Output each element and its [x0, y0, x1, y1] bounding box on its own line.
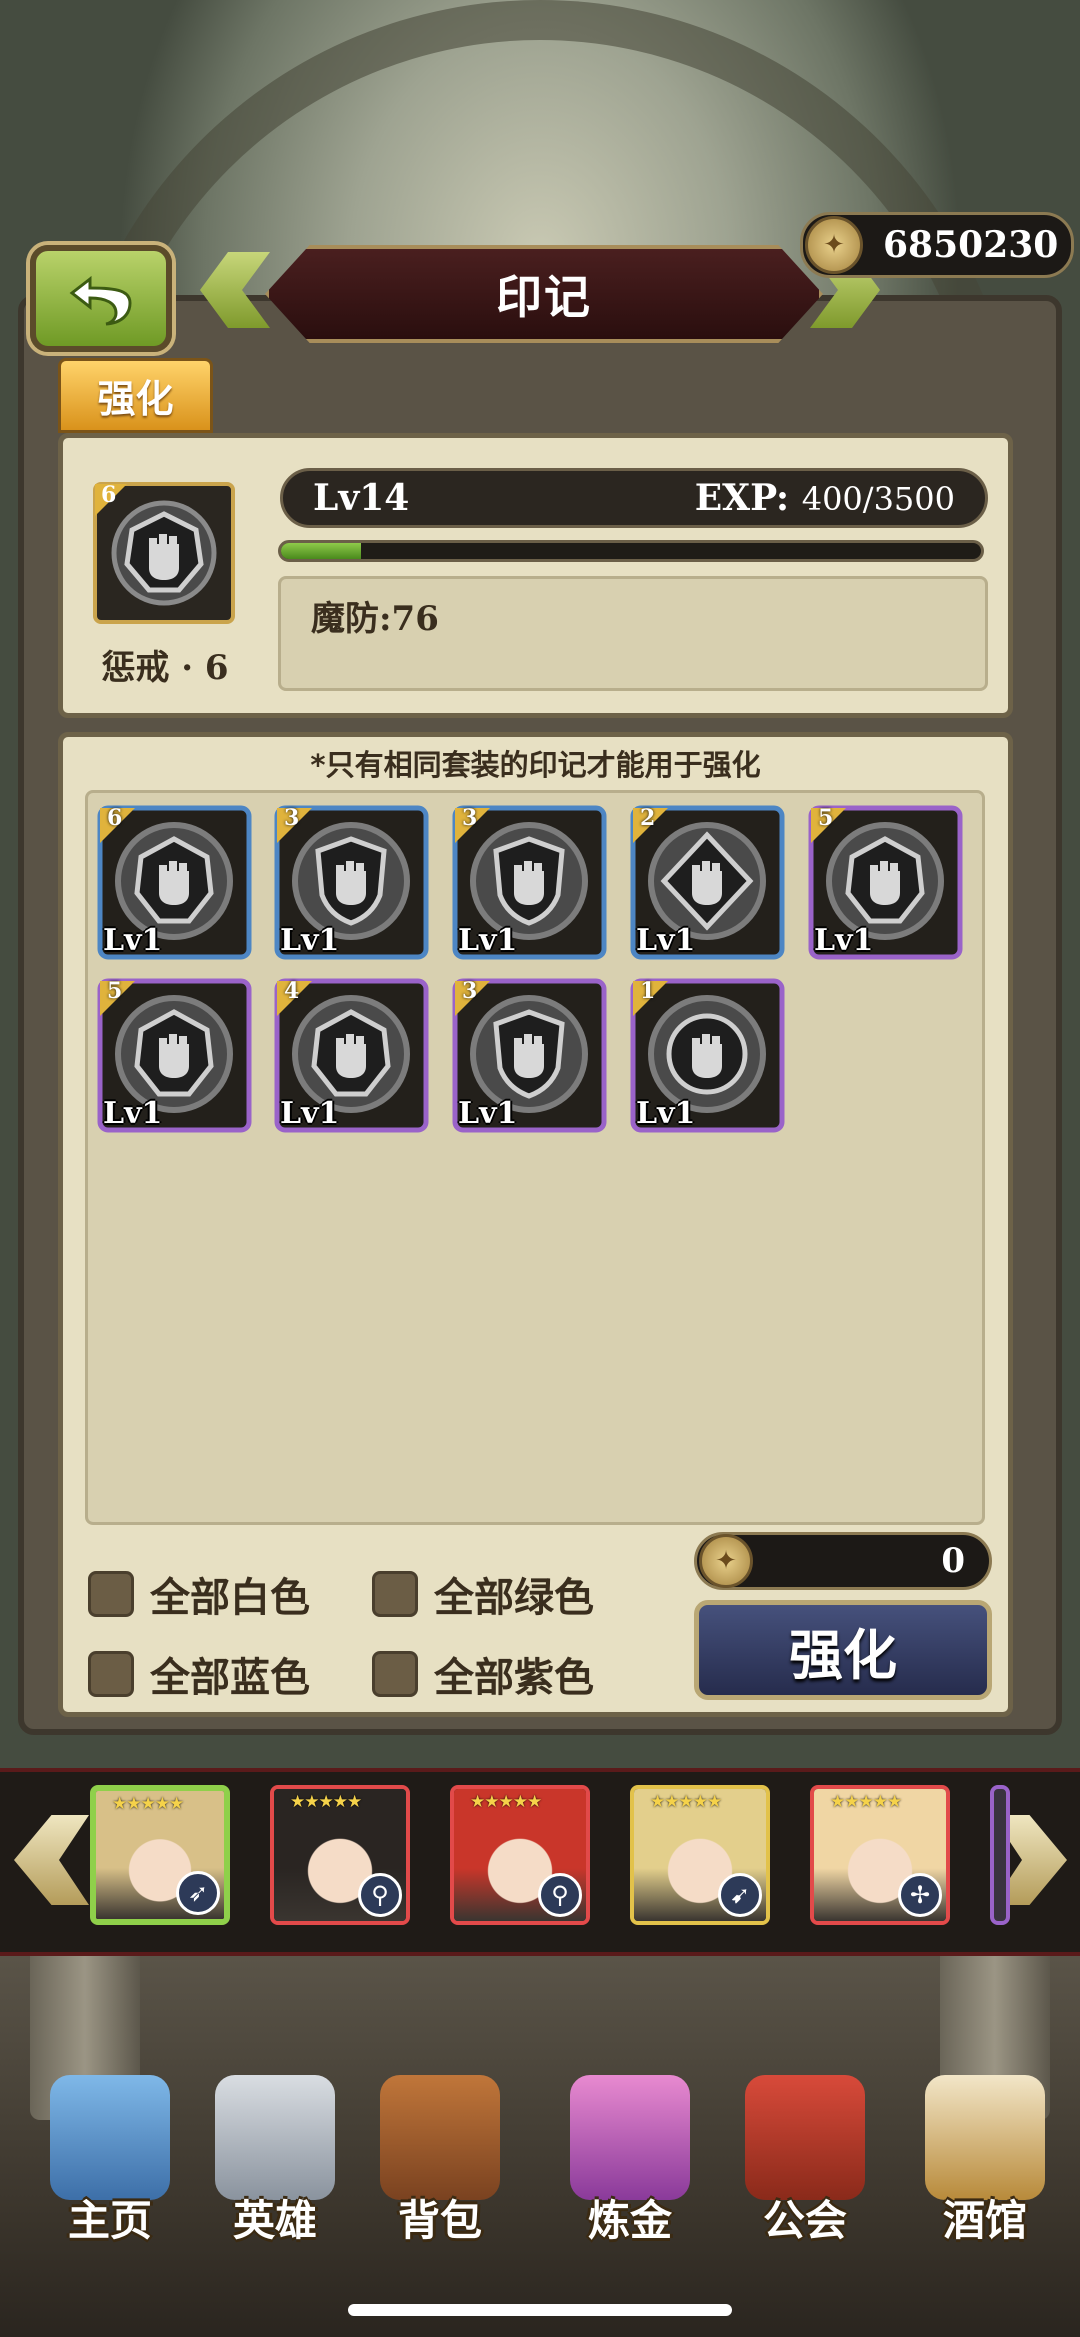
checkbox[interactable] — [372, 1571, 418, 1617]
filter-all-white[interactable]: 全部白色 — [88, 1565, 310, 1623]
filter-label: 全部紫色 — [434, 1655, 594, 1701]
hero-stars: ★★★★★ — [650, 1792, 722, 1812]
tab-enhance[interactable]: 强化 — [58, 358, 213, 433]
mark-count: 1 — [640, 978, 656, 1004]
mark-item[interactable]: 6 Lv1 — [97, 805, 252, 960]
hero-portrait[interactable]: ★★★★★ ➹ — [630, 1785, 770, 1925]
enhance-button[interactable]: 强化 — [694, 1600, 992, 1700]
mark-level: Lv1 — [636, 923, 696, 958]
crossbow-icon: ✢ — [898, 1873, 942, 1917]
mark-item[interactable]: 3 Lv1 — [452, 978, 607, 1133]
nav-bag[interactable]: 背包 — [360, 2075, 520, 2255]
back-button[interactable] — [30, 245, 172, 352]
mark-count: 5 — [818, 805, 834, 831]
title-bar: 印记 — [265, 245, 823, 343]
gold-coin-icon: ✦ — [805, 216, 863, 274]
page-title: 印记 — [496, 270, 592, 324]
gold-counter: ✦ 6850230 — [800, 212, 1074, 278]
exp-progress-bar — [278, 540, 984, 562]
arrow-icon: ➶ — [176, 1871, 220, 1915]
mark-item[interactable]: 4 Lv1 — [274, 978, 429, 1133]
shield-icon — [745, 2075, 865, 2200]
gold-amount: 6850230 — [883, 224, 1059, 266]
mark-level: Lv1 — [103, 1096, 163, 1131]
selected-mark-name: 惩戒 · 6 — [101, 648, 229, 688]
checkbox[interactable] — [372, 1651, 418, 1697]
nav-label: 英雄 — [232, 2196, 317, 2245]
mark-count: 3 — [284, 805, 300, 831]
mark-level: Lv1 — [636, 1096, 696, 1131]
filter-all-blue[interactable]: 全部蓝色 — [88, 1645, 310, 1703]
mark-item[interactable]: 2 Lv1 — [630, 805, 785, 960]
filter-label: 全部绿色 — [434, 1575, 594, 1621]
hero-portrait[interactable]: ★★★★★ ⚲ — [270, 1785, 410, 1925]
enhance-cost: ✦ 0 — [694, 1532, 992, 1590]
mark-item[interactable]: 5 Lv1 — [97, 978, 252, 1133]
level-exp-bar: Lv14 EXP: 400/3500 — [280, 468, 988, 528]
mark-count: 3 — [462, 805, 478, 831]
hero-portrait[interactable]: ★★★★★ ✢ — [810, 1785, 950, 1925]
filter-all-green[interactable]: 全部绿色 — [372, 1565, 594, 1623]
hero-portrait[interactable]: ★★★★★ ➶ — [90, 1785, 230, 1925]
hero-portrait[interactable]: ★★★★★ ⚲ — [450, 1785, 590, 1925]
hero-stars: ★★★★★ — [830, 1792, 902, 1812]
home-indicator — [348, 2304, 732, 2316]
mark-count: 3 — [462, 978, 478, 1004]
mark-level: Lv1 — [280, 923, 340, 958]
mark-count: 6 — [107, 805, 123, 831]
mark-item[interactable]: 3 Lv1 — [452, 805, 607, 960]
flask-icon — [570, 2075, 690, 2200]
back-arrow-icon — [69, 275, 132, 325]
bag-icon — [380, 2075, 500, 2200]
nav-label: 公会 — [762, 2196, 847, 2245]
filter-label: 全部白色 — [150, 1575, 310, 1621]
mark-level: Lv1 — [458, 1096, 518, 1131]
mark-count: 5 — [107, 978, 123, 1004]
mark-item[interactable]: 1 Lv1 — [630, 978, 785, 1133]
helmet-icon — [215, 2075, 335, 2200]
exp-progress-fill — [281, 543, 361, 559]
hero-stars: ★★★★★ — [290, 1792, 362, 1812]
nav-label: 背包 — [397, 2196, 482, 2245]
nav-label: 酒馆 — [942, 2196, 1027, 2245]
mark-level: Lv1 — [814, 923, 874, 958]
checkbox[interactable] — [88, 1651, 134, 1697]
mark-level: Lv1 — [280, 1096, 340, 1131]
nav-beer[interactable]: 酒馆 — [905, 2075, 1065, 2255]
mark-item[interactable]: 3 Lv1 — [274, 805, 429, 960]
staff-icon: ⚲ — [358, 1873, 402, 1917]
nav-shield[interactable]: 公会 — [725, 2075, 885, 2255]
mark-item[interactable]: 5 Lv1 — [808, 805, 963, 960]
hero-stars: ★★★★★ — [112, 1794, 184, 1814]
staff-icon: ⚲ — [538, 1873, 582, 1917]
exp-value: 400/3500 — [801, 480, 955, 518]
nav-flask[interactable]: 炼金 — [550, 2075, 710, 2255]
cost-value: 0 — [941, 1541, 965, 1581]
gold-coin-icon: ✦ — [699, 1534, 753, 1588]
notice-text: *只有相同套装的印记才能用于强化 — [310, 748, 761, 782]
castle-icon — [50, 2075, 170, 2200]
mark-count: 2 — [640, 805, 656, 831]
level-label: Lv14 — [313, 477, 410, 519]
exp-label: EXP: — [694, 477, 790, 519]
stat-box: 魔防:76 — [278, 576, 988, 691]
selected-mark-count: 6 — [101, 482, 117, 508]
hero-stars: ★★★★★ — [470, 1792, 542, 1812]
nav-castle[interactable]: 主页 — [30, 2075, 190, 2255]
nav-label: 炼金 — [587, 2196, 672, 2245]
mark-level: Lv1 — [103, 923, 163, 958]
selected-mark-icon[interactable]: 6 — [93, 482, 235, 624]
nav-label: 主页 — [67, 2196, 152, 2245]
checkbox[interactable] — [88, 1571, 134, 1617]
nav-helmet[interactable]: 英雄 — [195, 2075, 355, 2255]
filter-label: 全部蓝色 — [150, 1655, 310, 1701]
hero-portrait-partial[interactable] — [990, 1785, 1010, 1925]
bow-icon: ➹ — [718, 1873, 762, 1917]
filter-all-purple[interactable]: 全部紫色 — [372, 1645, 594, 1703]
beer-icon — [925, 2075, 1045, 2200]
mark-count: 4 — [284, 978, 300, 1004]
mark-level: Lv1 — [458, 923, 518, 958]
stat-text: 魔防:76 — [311, 599, 439, 639]
